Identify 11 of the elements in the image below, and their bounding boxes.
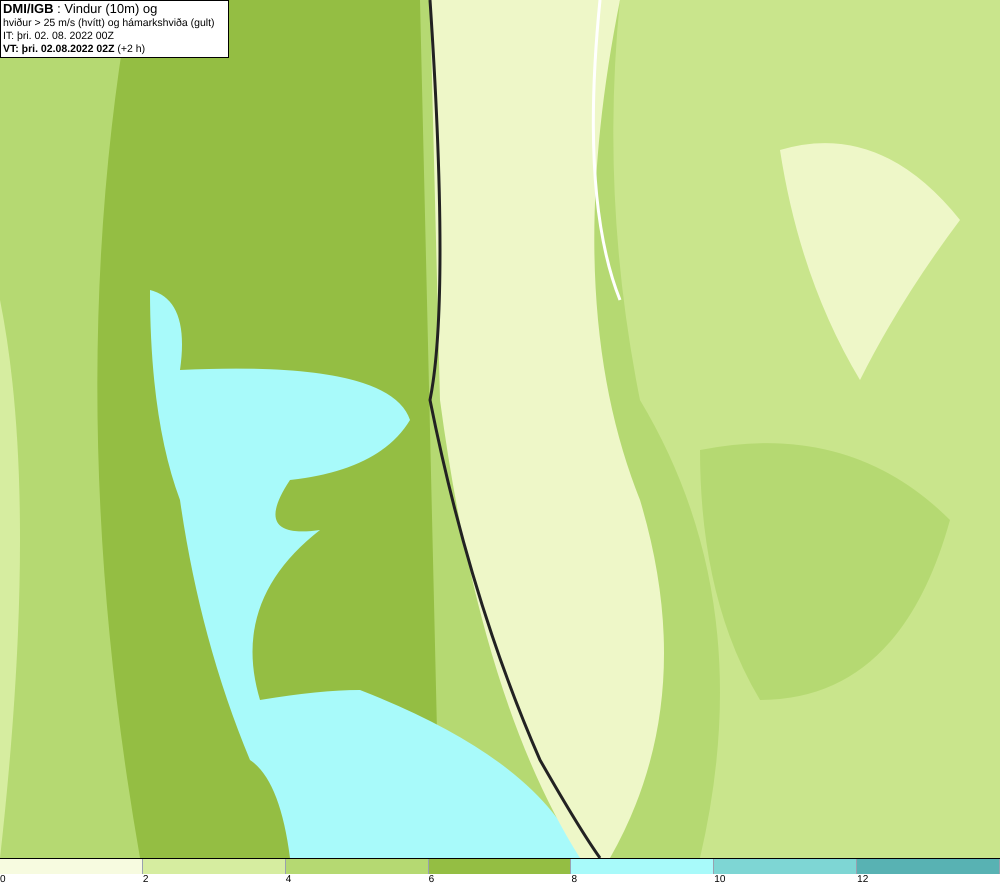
legend-label: 6 — [428, 874, 434, 886]
legend-label: 2 — [142, 874, 148, 886]
info-text: DMI/IGB : Vindur (10m) og — [3, 1, 158, 17]
legend-label: 0 — [0, 874, 6, 886]
info-text: hviður > 25 m/s (hvítt) og hámarkshviða (gult) — [3, 17, 216, 30]
legend-label: 4 — [286, 874, 292, 886]
info-text: VT: þri. 02.08.2022 02Z (+2 h) — [3, 43, 146, 56]
info-text: IT: þri. 02. 08. 2022 00Z — [3, 30, 115, 43]
legend-label: 8 — [571, 874, 577, 886]
legend-label: 12 — [857, 874, 868, 886]
legend-label: 10 — [714, 874, 726, 886]
